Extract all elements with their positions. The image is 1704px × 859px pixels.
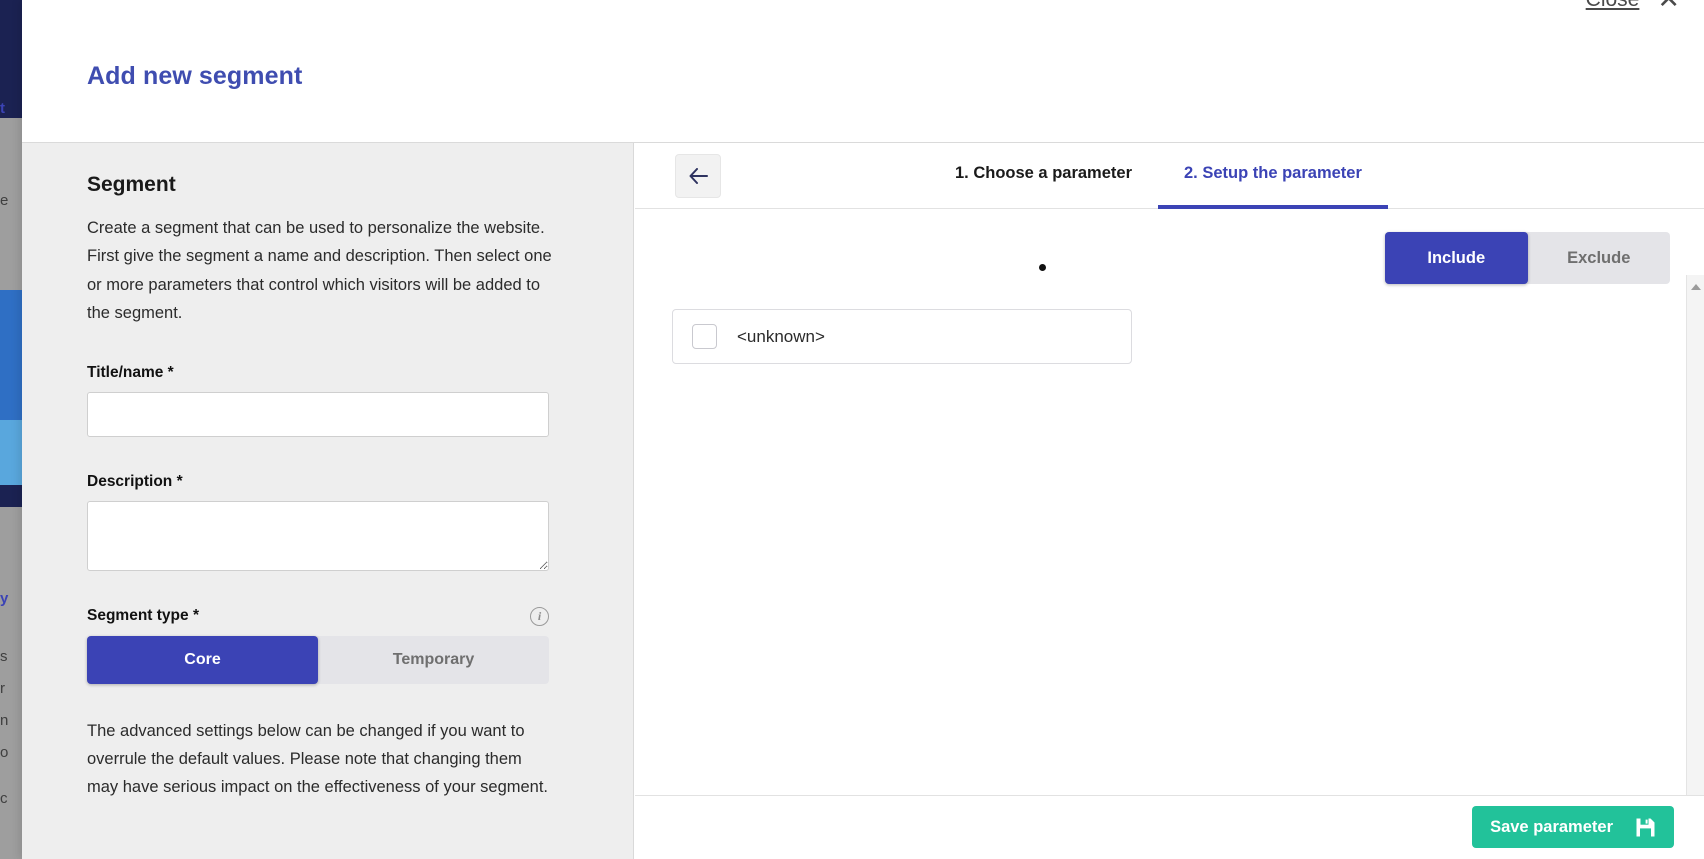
description-field-label: Description * xyxy=(87,472,183,490)
exclude-option[interactable]: Exclude xyxy=(1528,232,1671,284)
background-text-fragment: e xyxy=(0,192,9,209)
parameter-step-tabs: 1. Choose a parameter 2. Setup the param… xyxy=(929,143,1388,209)
background-text-fragment: t xyxy=(0,100,5,117)
background-text-fragment: c xyxy=(0,790,8,807)
background-text-fragment: r xyxy=(0,680,5,697)
segment-type-toggle[interactable]: Core Temporary xyxy=(87,635,549,684)
parameter-panel-header: 1. Choose a parameter 2. Setup the param… xyxy=(635,143,1704,209)
info-icon[interactable]: i xyxy=(530,606,549,626)
section-title: Segment xyxy=(87,173,176,196)
background-text-fragment: n xyxy=(0,712,9,729)
page-title: Add new segment xyxy=(87,62,303,90)
background-hero-secondary xyxy=(0,420,22,490)
background-text-fragment: y xyxy=(0,590,9,607)
background-page: t e y s r n o c xyxy=(0,0,22,859)
include-option[interactable]: Include xyxy=(1385,232,1528,284)
parameter-value-label: <unknown> xyxy=(737,326,825,346)
tab-choose-parameter[interactable]: 1. Choose a parameter xyxy=(929,143,1158,209)
screen: t e y s r n o c Close ✕ Add new segment … xyxy=(0,0,1704,859)
arrow-left-icon xyxy=(689,167,708,184)
save-parameter-label: Save parameter xyxy=(1490,817,1613,836)
include-exclude-toggle[interactable]: Include Exclude xyxy=(1385,232,1670,284)
title-field-label: Title/name * xyxy=(87,363,174,381)
scroll-up-icon[interactable] xyxy=(1687,278,1704,296)
background-strip xyxy=(0,485,22,507)
add-segment-modal: Close ✕ Add new segment Segment Create a… xyxy=(22,0,1704,859)
save-parameter-button[interactable]: Save parameter xyxy=(1472,806,1674,848)
title-input[interactable] xyxy=(87,391,549,437)
parameter-panel: 1. Choose a parameter 2. Setup the param… xyxy=(635,143,1704,859)
segment-type-option-core[interactable]: Core xyxy=(87,635,318,684)
back-button[interactable] xyxy=(675,153,721,198)
close-icon[interactable]: ✕ xyxy=(1657,0,1680,13)
segment-type-label: Segment type * xyxy=(87,607,199,624)
save-floppy-icon xyxy=(1636,818,1655,836)
background-text-fragment: o xyxy=(0,744,9,761)
advanced-settings-note: The advanced settings below can be chang… xyxy=(87,721,549,797)
vertical-scrollbar[interactable] xyxy=(1686,275,1704,795)
segment-form-panel: Segment Create a segment that can be use… xyxy=(22,143,634,859)
parameter-panel-body: Include Exclude <unknown> xyxy=(635,209,1704,795)
segment-type-label-row: Segment type * i xyxy=(87,606,549,626)
parameter-panel-footer: Save parameter xyxy=(635,795,1704,858)
section-description: Create a segment that can be used to per… xyxy=(87,219,552,323)
tab-setup-parameter[interactable]: 2. Setup the parameter xyxy=(1158,143,1388,209)
parameter-value-checkbox[interactable] xyxy=(692,324,717,349)
parameter-value-row[interactable]: <unknown> xyxy=(672,309,1132,364)
segment-type-option-temporary[interactable]: Temporary xyxy=(318,636,549,684)
bullet-marker-icon xyxy=(1039,264,1046,271)
close-button[interactable]: Close ✕ xyxy=(1586,0,1680,13)
close-label: Close xyxy=(1586,0,1640,12)
background-text-fragment: s xyxy=(0,648,8,665)
description-textarea[interactable] xyxy=(87,500,549,571)
